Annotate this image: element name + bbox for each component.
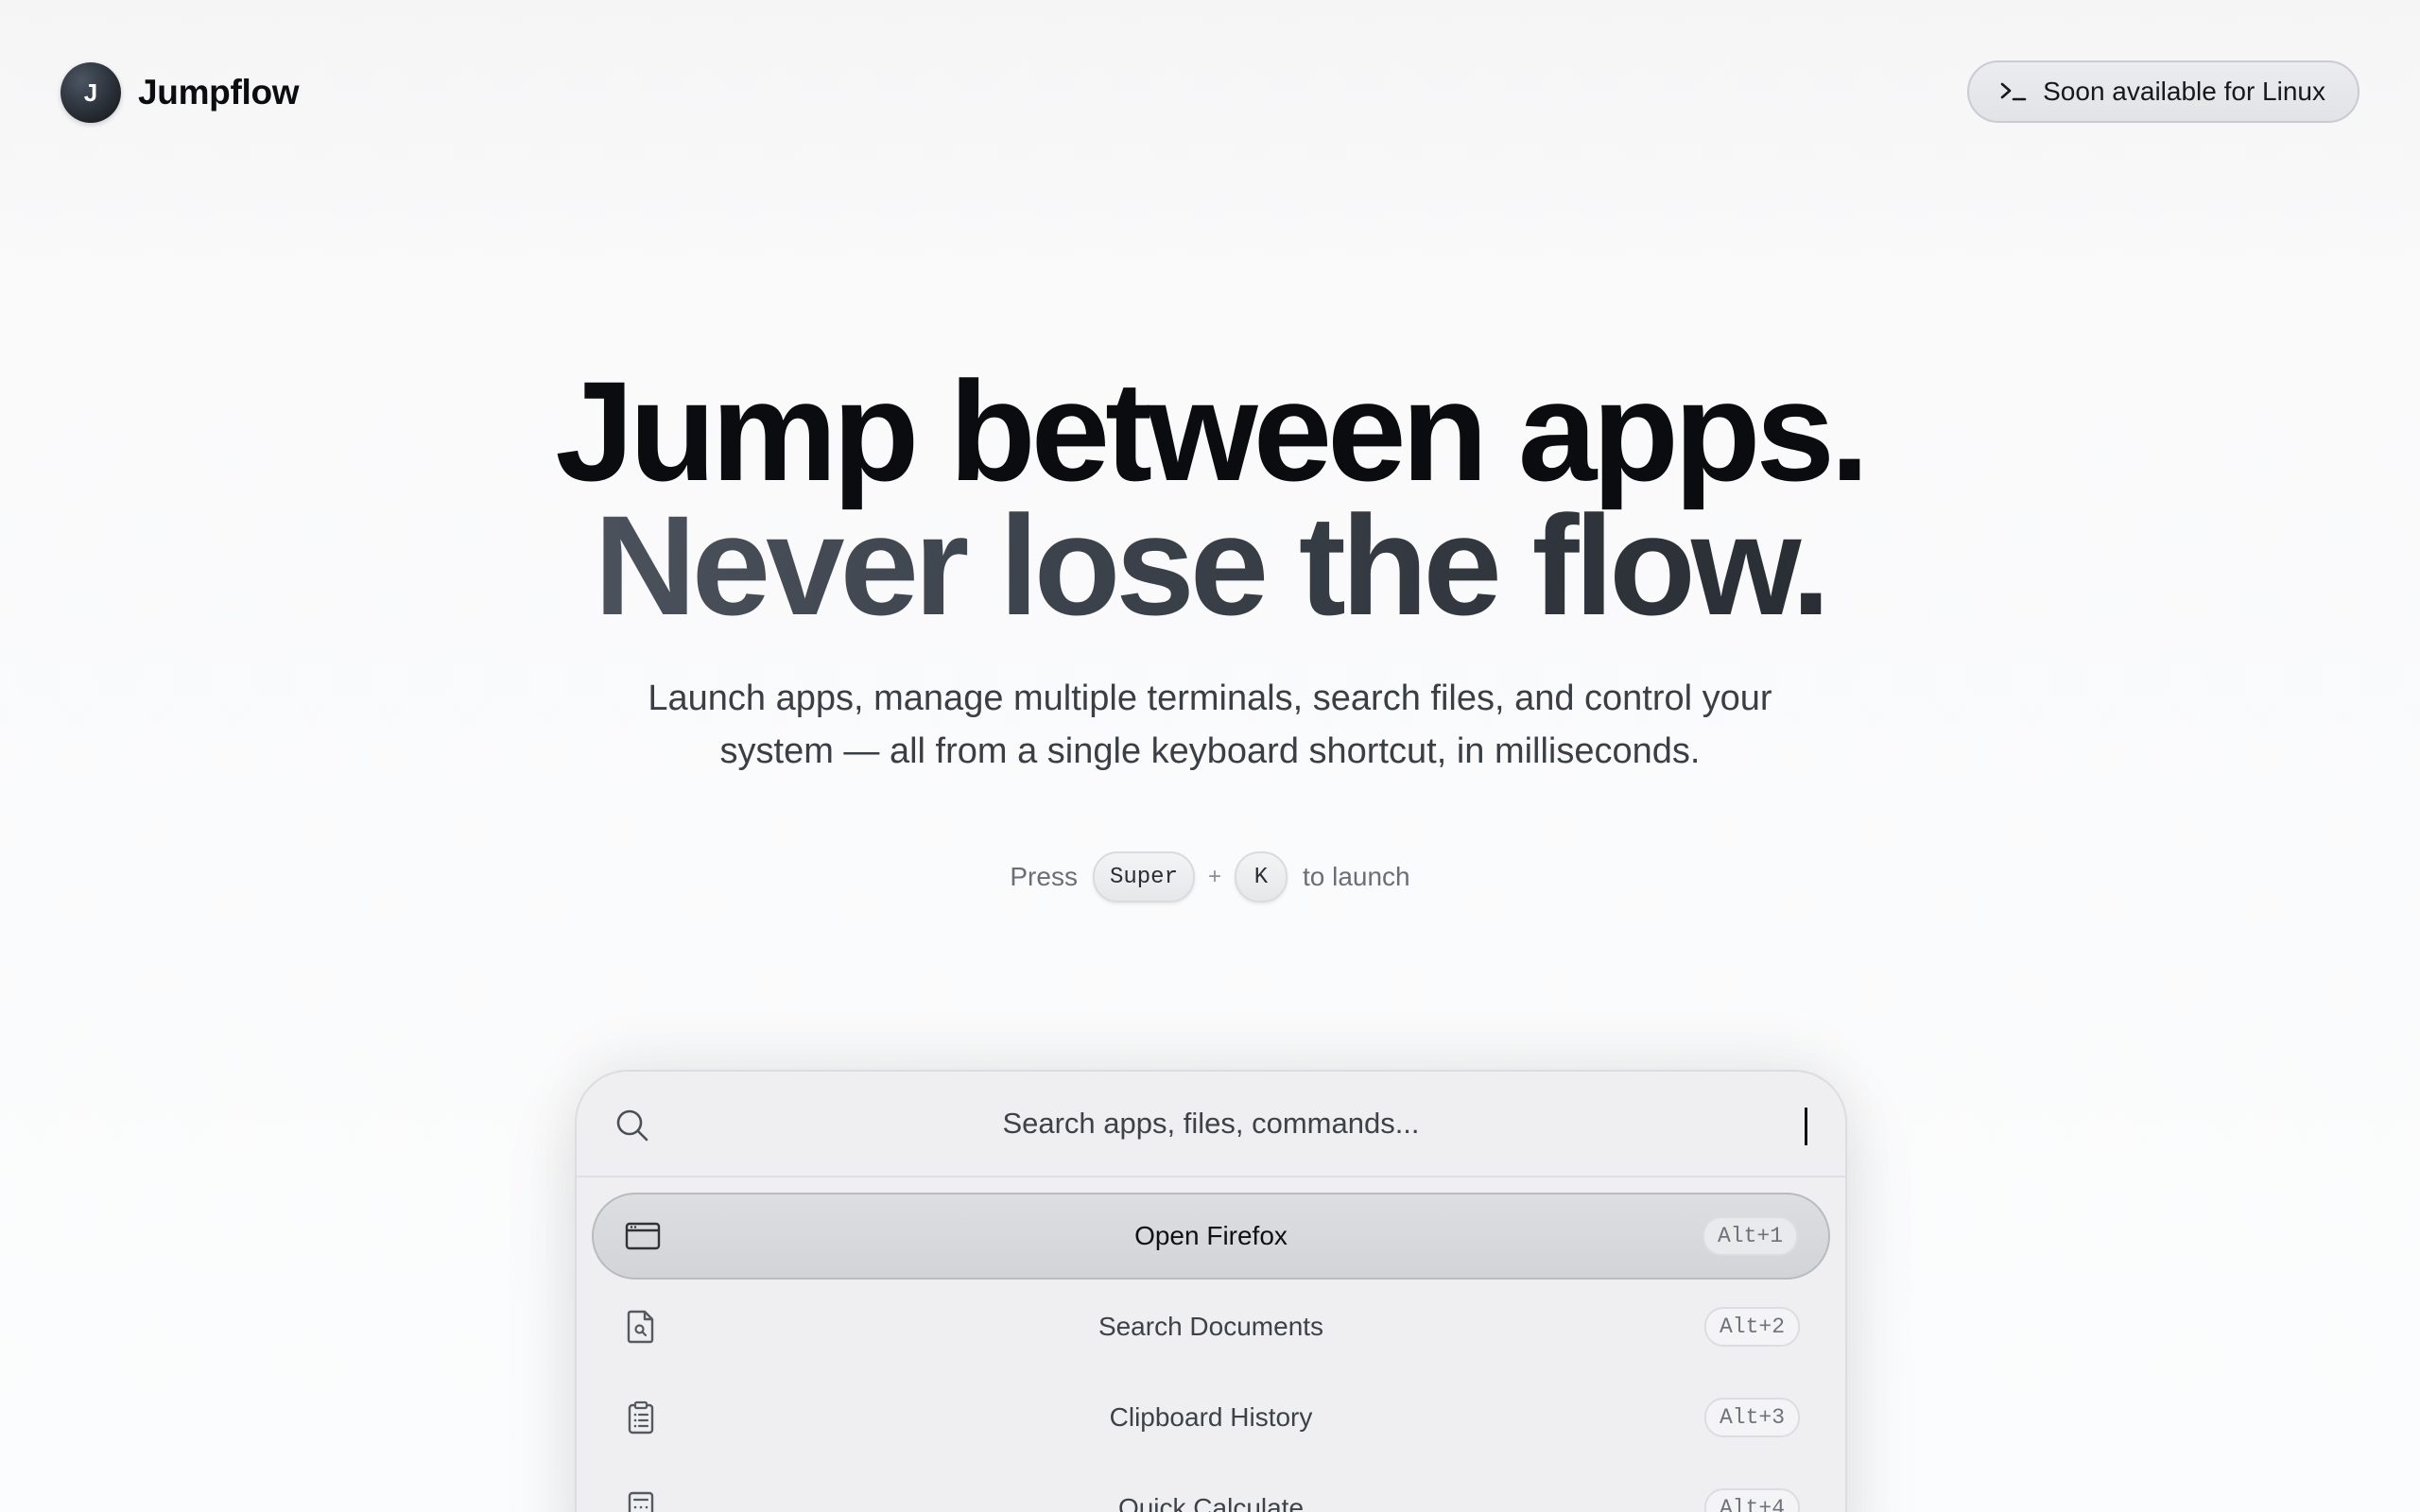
clipboard-list-icon [622, 1399, 660, 1436]
result-label: Open Firefox [1134, 1221, 1288, 1250]
k-key: K [1234, 851, 1288, 902]
hero: Jump between apps. Never lose the flow. … [0, 352, 2420, 902]
text-caret [1805, 1108, 1807, 1145]
super-key: Super [1092, 851, 1195, 902]
result-hotkey: Alt+2 [1703, 1307, 1800, 1347]
browser-window-icon [624, 1217, 662, 1255]
shortcut-tail-label: to launch [1302, 862, 1410, 891]
hero-subtitle: Launch apps, manage multiple terminals, … [586, 672, 1834, 778]
headline-line-1: Jump between apps. [555, 352, 1869, 510]
launcher-results: Open Firefox Alt+1 Search Documents Alt+… [577, 1177, 1845, 1512]
subtitle-line-1: Launch apps, manage multiple terminals, … [648, 679, 1772, 718]
linux-button-label: Soon available for Linux [2043, 77, 2325, 106]
result-search-documents[interactable]: Search Documents Alt+2 [592, 1283, 1830, 1370]
launch-shortcut-hint: Press Super + K to launch [0, 851, 2420, 902]
linux-availability-button[interactable]: Soon available for Linux [1967, 60, 2360, 123]
search-icon [614, 1108, 650, 1148]
result-label: Quick Calculate [1117, 1493, 1305, 1512]
file-search-icon [622, 1308, 660, 1346]
result-hotkey: Alt+3 [1703, 1398, 1800, 1437]
result-label: Search Documents [1098, 1312, 1324, 1341]
brand-logo: J [60, 62, 121, 123]
brand[interactable]: J Jumpflow [60, 62, 300, 123]
search-input[interactable]: Search apps, files, commands... [577, 1107, 1845, 1141]
subtitle-line-2: system — all from a single keyboard shor… [719, 731, 1701, 771]
result-quick-calculate[interactable]: Quick Calculate Alt+4 [592, 1465, 1830, 1512]
result-hotkey: Alt+1 [1702, 1216, 1798, 1256]
result-clipboard-history[interactable]: Clipboard History Alt+3 [592, 1374, 1830, 1461]
headline-line-2: Never lose the flow. [0, 494, 2420, 636]
launcher-window: Search apps, files, commands... Open Fir… [575, 1070, 1847, 1512]
shortcut-press-label: Press [1010, 862, 1078, 891]
hero-headline: Jump between apps. Never lose the flow. [0, 352, 2420, 636]
terminal-prompt-icon [1999, 79, 2028, 104]
launcher-search-bar[interactable]: Search apps, files, commands... [577, 1072, 1845, 1177]
result-hotkey: Alt+4 [1703, 1488, 1800, 1512]
result-label: Clipboard History [1109, 1402, 1313, 1432]
result-open-firefox[interactable]: Open Firefox Alt+1 [592, 1193, 1830, 1280]
shortcut-plus: + [1207, 864, 1221, 889]
brand-name: Jumpflow [138, 73, 300, 112]
calculator-icon [622, 1489, 660, 1512]
